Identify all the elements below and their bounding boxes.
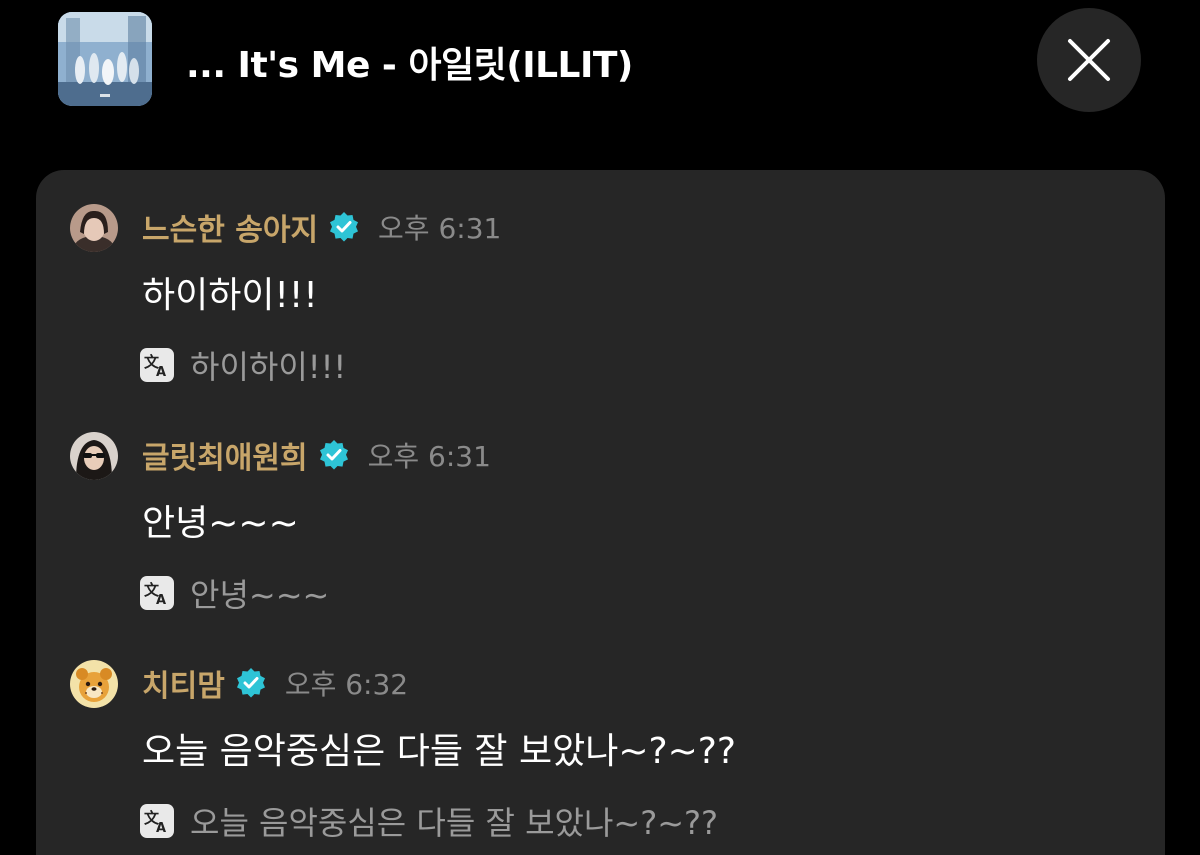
svg-text:A: A	[156, 365, 166, 379]
avatar[interactable]	[70, 660, 118, 708]
translate-icon: 文 A	[140, 576, 174, 610]
svg-text:A: A	[156, 821, 166, 835]
user-avatar-icon	[70, 204, 118, 252]
close-icon	[1068, 39, 1110, 81]
message-text: 안녕~~~	[142, 503, 299, 544]
message-text: 하이하이!!!	[142, 275, 318, 316]
svg-text:A: A	[156, 593, 166, 607]
timestamp: 오후 6:32	[284, 668, 409, 701]
message-header: 글릿최애원희 오후 6:31	[142, 433, 491, 477]
chat-screen: ... It's Me - 아일릿(ILLIT) 느슨한 송아지 오후 6:31…	[0, 0, 1200, 855]
verified-badge-icon	[235, 667, 267, 699]
translation-text: 안녕~~~	[190, 576, 330, 614]
translate-icon: 文 A	[140, 804, 174, 838]
message-text: 오늘 음악중심은 다들 잘 보았나~?~??	[142, 731, 736, 772]
close-button[interactable]	[1037, 8, 1141, 112]
now-playing-header: ... It's Me - 아일릿(ILLIT)	[0, 0, 1200, 150]
chat-list[interactable]: 느슨한 송아지 오후 6:31 하이하이!!! 文 A 하이하이!!! 글릿최애…	[36, 170, 1165, 855]
message-header: 느슨한 송아지 오후 6:31	[142, 205, 502, 249]
user-avatar-icon	[70, 660, 118, 708]
translation-row[interactable]: 文 A 안녕~~~	[140, 570, 329, 616]
timestamp: 오후 6:31	[378, 212, 502, 245]
user-avatar-icon	[70, 432, 118, 480]
verified-badge-icon	[318, 439, 350, 471]
avatar[interactable]	[70, 432, 118, 480]
verified-badge-icon	[328, 211, 360, 243]
avatar[interactable]	[70, 204, 118, 252]
username[interactable]: 느슨한 송아지	[142, 205, 318, 249]
song-title: ... It's Me - 아일릿(ILLIT)	[186, 45, 633, 86]
translate-icon: 文 A	[140, 348, 174, 382]
timestamp: 오후 6:31	[367, 440, 491, 473]
album-cover-icon	[58, 12, 152, 106]
message-header: 치티맘 오후 6:32	[142, 661, 409, 705]
username[interactable]: 글릿최애원희	[142, 433, 308, 477]
username[interactable]: 치티맘	[142, 661, 225, 705]
translation-text: 오늘 음악중심은 다들 잘 보았나~?~??	[190, 804, 718, 842]
album-art[interactable]	[58, 12, 152, 106]
translation-row[interactable]: 文 A 오늘 음악중심은 다들 잘 보았나~?~??	[140, 798, 718, 844]
translation-text: 하이하이!!!	[190, 348, 347, 386]
translation-row[interactable]: 文 A 하이하이!!!	[140, 342, 346, 388]
